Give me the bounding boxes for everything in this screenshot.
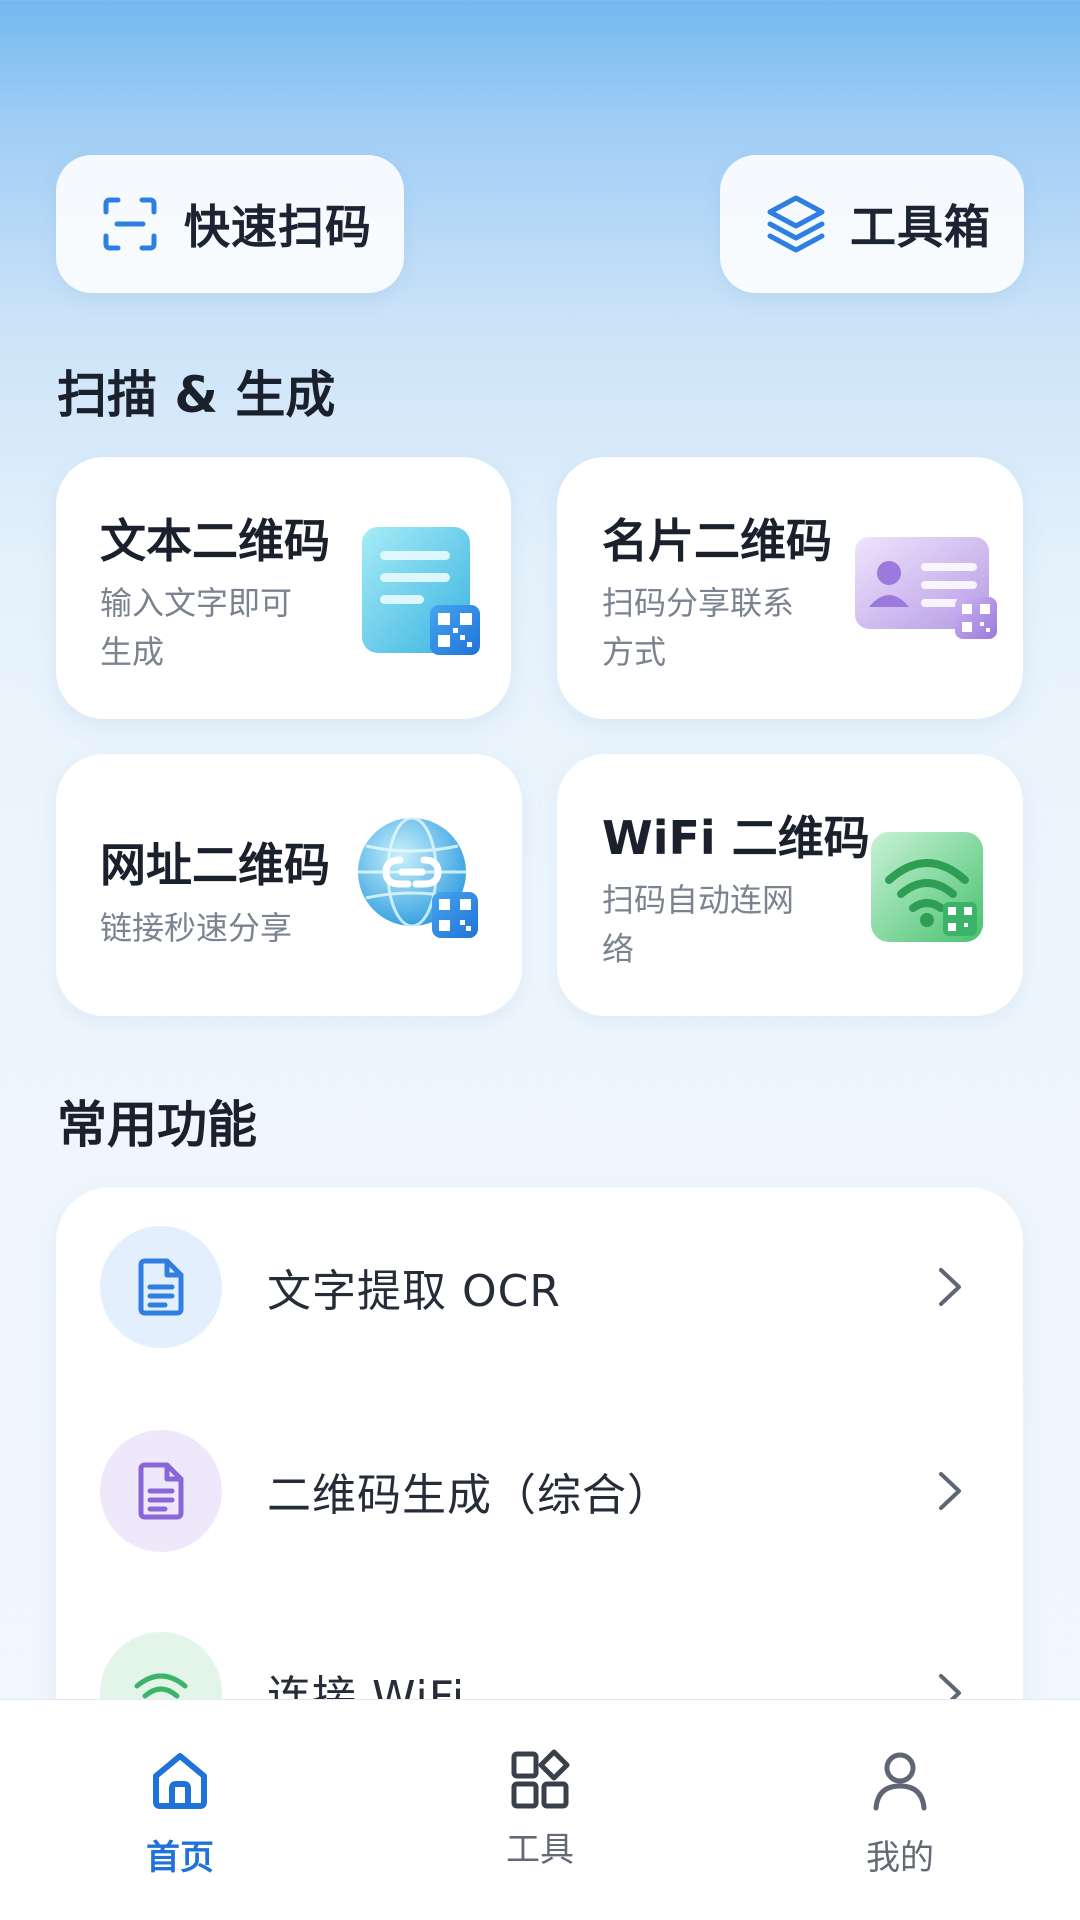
card-title: 名片二维码 [602,514,832,568]
tab-label: 工具 [506,1830,574,1870]
grid-icon [511,1749,570,1809]
tab-tools[interactable]: 工具 [440,1700,640,1920]
card-title: WiFi 二维码 [602,811,870,865]
card-subtitle-line2: 络 [602,930,635,968]
card-subtitle-line1: 扫码分享联系 [602,584,795,622]
card-wifi-qr[interactable]: WiFi 二维码 扫码自动连网 络 [557,754,1023,1016]
list-item-ocr[interactable]: 文字提取 OCR [56,1187,1023,1387]
scan-frame-icon [103,197,157,251]
business-card-qr-icon [855,537,997,639]
section-title-common-functions: 常用功能 [57,1096,257,1154]
bottom-tab-bar: 首页 工具 我的 [0,1699,1080,1920]
card-title: 网址二维码 [100,838,330,892]
list-item-label: 文字提取 OCR [267,1266,561,1317]
user-icon [873,1752,927,1811]
tab-home[interactable]: 首页 [80,1700,280,1920]
card-subtitle-line2: 方式 [602,633,667,671]
text-document-qr-icon [362,527,480,655]
chevron-right-icon [939,1268,961,1306]
tab-label: 我的 [866,1838,934,1878]
document-icon [138,1462,184,1520]
wifi-qr-icon [871,832,983,942]
list-item-qr-generate[interactable]: 二维码生成（综合） [56,1391,1023,1591]
card-title: 文本二维码 [100,514,330,568]
ocr-icon-bg [100,1226,222,1348]
section-title-scan-generate: 扫描 & 生成 [57,366,336,424]
tab-label: 首页 [146,1838,214,1878]
qr-generate-icon-bg [100,1430,222,1552]
toolbox-label: 工具箱 [850,200,991,254]
card-subtitle-line1: 链接秒速分享 [100,909,293,947]
card-business-card-qr[interactable]: 名片二维码 扫码分享联系 方式 [557,457,1023,719]
toolbox-button[interactable]: 工具箱 [720,155,1024,293]
globe-link-qr-icon [358,816,478,938]
chevron-right-icon [939,1472,961,1510]
tab-me[interactable]: 我的 [800,1700,1000,1920]
card-text-qr[interactable]: 文本二维码 输入文字即可 生成 [56,457,511,719]
card-subtitle-line1: 扫码自动连网 [602,881,795,919]
quick-scan-button[interactable]: 快速扫码 [56,155,404,293]
layers-icon [767,195,825,253]
card-url-qr[interactable]: 网址二维码 链接秒速分享 [56,754,522,1016]
quick-scan-label: 快速扫码 [184,200,372,254]
document-icon [138,1258,184,1316]
list-item-label: 二维码生成（综合） [267,1470,672,1521]
home-icon [153,1753,207,1809]
card-subtitle-line2: 生成 [100,633,165,671]
card-subtitle-line1: 输入文字即可 [100,584,293,622]
